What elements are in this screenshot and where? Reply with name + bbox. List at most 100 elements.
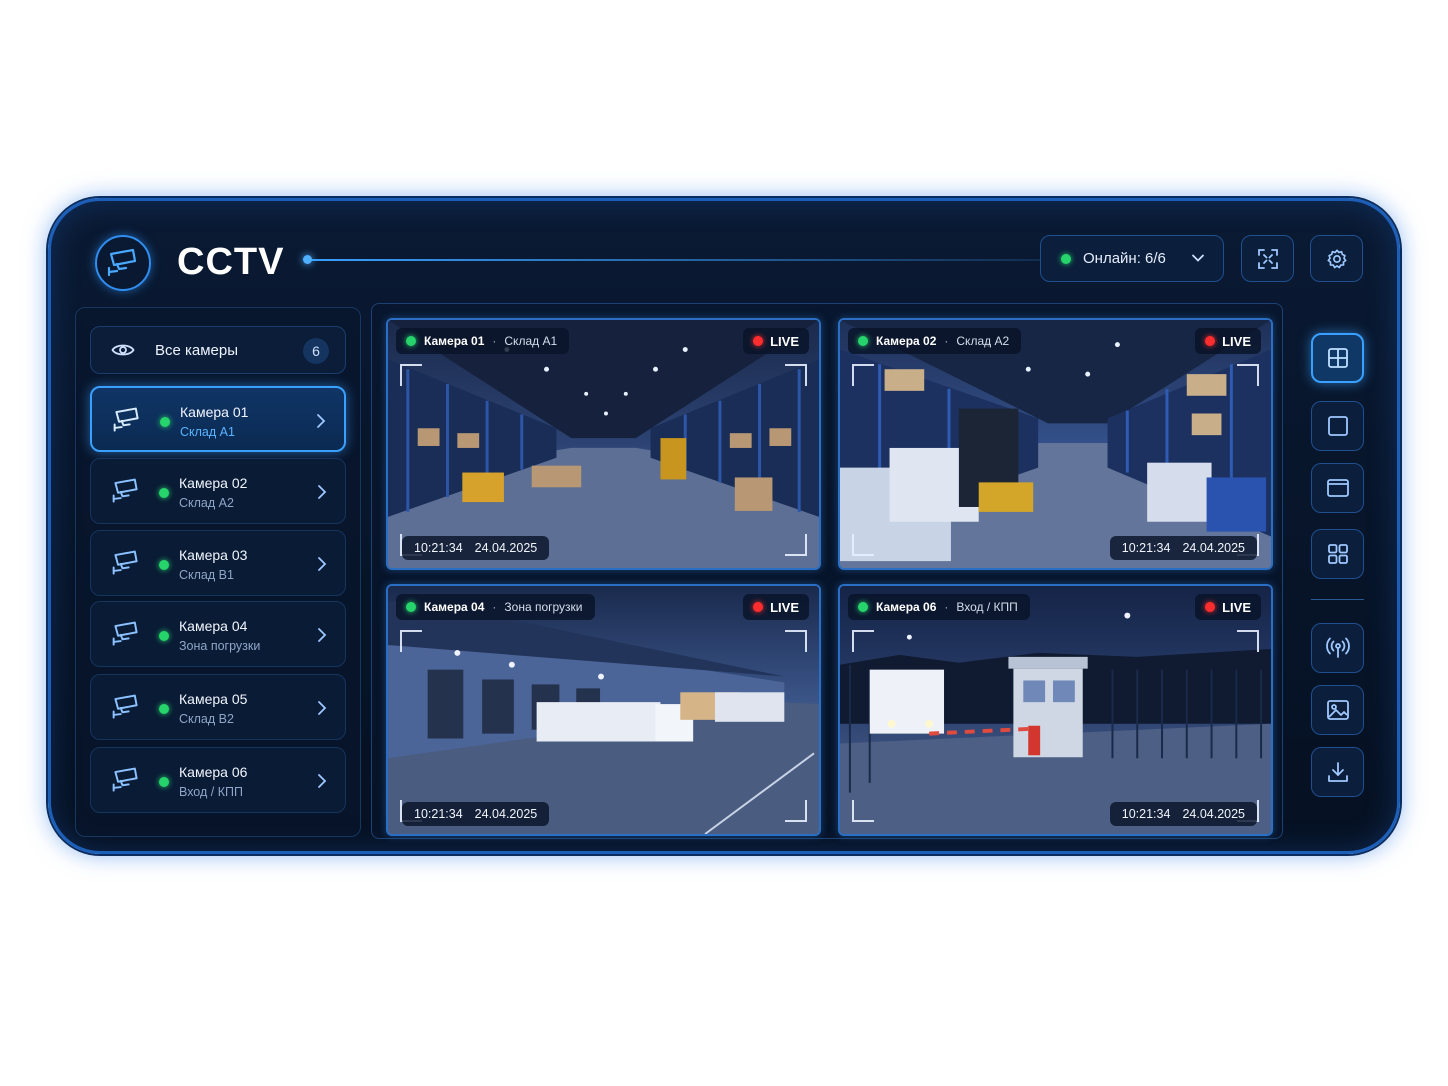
chevron-down-icon	[1192, 254, 1204, 262]
sidebar-camera-item[interactable]: Камера 01 Склад А1	[90, 386, 346, 452]
camera-online-dot	[159, 777, 169, 787]
fullscreen-button[interactable]	[1241, 235, 1294, 282]
layout-quad-button[interactable]	[1311, 529, 1364, 579]
snapshot-button[interactable]	[1311, 685, 1364, 735]
tile-camera-zone: Склад А2	[956, 334, 1010, 348]
cctv-camera-icon	[112, 621, 138, 646]
all-cameras-button[interactable]: Все камеры 6	[90, 326, 346, 374]
header-divider-dot	[303, 255, 312, 264]
chevron-right-icon	[318, 774, 327, 788]
camera-location: Вход / КПП	[179, 785, 243, 799]
live-dot	[1205, 336, 1216, 346]
cctv-camera-icon	[112, 550, 138, 575]
online-status-dot	[1061, 253, 1071, 264]
frame-corner	[785, 364, 807, 386]
live-dot	[753, 602, 764, 612]
camera-online-dot	[159, 704, 169, 714]
tile-date: 24.04.2025	[1182, 541, 1245, 555]
online-status-label: Онлайн: 6/6	[1083, 250, 1166, 267]
tile-online-dot	[406, 336, 416, 346]
camera-name: Камера 02	[179, 475, 248, 491]
layout-window-button[interactable]	[1311, 463, 1364, 513]
tile-timestamp: 10:21:34 24.04.2025	[402, 802, 550, 826]
tile-timestamp: 10:21:34 24.04.2025	[1109, 802, 1257, 826]
tile-camera-name: Камера 06	[876, 600, 937, 614]
tile-camera-zone: Склад А1	[504, 334, 558, 348]
camera-name: Камера 06	[179, 764, 248, 780]
frame-corner	[400, 364, 422, 386]
fullscreen-icon	[1257, 248, 1278, 269]
sidebar-camera-item[interactable]: Камера 03 Склад В1	[90, 530, 346, 596]
camera-feed-loading-dock	[388, 586, 819, 834]
live-label: LIVE	[1222, 599, 1251, 615]
camera-name: Камера 03	[179, 547, 248, 563]
camera-location: Склад В2	[179, 712, 234, 726]
tile-camera-name: Камера 01	[424, 334, 485, 348]
tile-camera-label: Камера 01 · Склад А1	[396, 328, 570, 354]
frame-corner	[852, 364, 874, 386]
cctv-logo-icon	[95, 235, 151, 291]
camera-feed-warehouse-aisle	[388, 320, 819, 568]
frame-corner	[785, 630, 807, 652]
online-status-dropdown[interactable]: Онлайн: 6/6	[1040, 235, 1224, 282]
live-label: LIVE	[1222, 333, 1251, 349]
tile-online-dot	[858, 602, 868, 612]
download-icon	[1327, 762, 1348, 782]
tile-camera-name: Камера 02	[876, 334, 937, 348]
frame-corner	[785, 534, 807, 556]
camera-tile[interactable]: Камера 06 · Вход / КПП LIVE 10:21:34 24.0…	[838, 584, 1273, 836]
camera-sidebar: Все камеры 6 Камера 01 Склад А1 Камера 02 С…	[75, 307, 361, 837]
tile-camera-zone: Зона погрузки	[504, 600, 583, 614]
label-separator: ·	[944, 334, 949, 348]
camera-tile[interactable]: Камера 01 · Склад А1 LIVE 10:21:34 24.04.…	[386, 318, 821, 570]
tile-online-dot	[858, 336, 868, 346]
tile-camera-label: Камера 06 · Вход / КПП	[848, 594, 1030, 620]
tile-time: 10:21:34	[1121, 807, 1171, 821]
single-view-icon	[1327, 416, 1348, 436]
window-view-icon	[1326, 479, 1349, 497]
camera-name: Камера 05	[179, 691, 248, 707]
camera-location: Склад А1	[180, 425, 235, 439]
sidebar-camera-item[interactable]: Камера 04 Зона погрузки	[90, 601, 346, 667]
app-title: CCTV	[177, 241, 285, 283]
eye-icon	[111, 344, 135, 356]
tile-date: 24.04.2025	[1182, 807, 1245, 821]
tile-camera-zone: Вход / КПП	[956, 600, 1018, 614]
cctv-camera-icon	[112, 694, 138, 719]
sidebar-camera-item[interactable]: Камера 06 Вход / КПП	[90, 747, 346, 813]
tile-date: 24.04.2025	[474, 807, 538, 821]
frame-corner	[400, 630, 422, 652]
frame-corner	[852, 630, 874, 652]
cctv-camera-icon	[112, 767, 138, 792]
header-divider-line	[305, 259, 1045, 261]
live-badge: LIVE	[743, 328, 809, 354]
live-dot	[1205, 602, 1216, 612]
broadcast-button[interactable]	[1311, 623, 1364, 673]
chevron-right-icon	[318, 485, 327, 499]
frame-corner	[852, 534, 874, 556]
tile-time: 10:21:34	[414, 807, 463, 821]
camera-online-dot	[159, 488, 169, 498]
label-separator: ·	[492, 334, 497, 348]
tile-time: 10:21:34	[1121, 541, 1171, 555]
tile-date: 24.04.2025	[474, 541, 538, 555]
broadcast-icon	[1325, 637, 1350, 658]
settings-button[interactable]	[1310, 235, 1363, 282]
label-separator: ·	[944, 600, 949, 614]
camera-tile[interactable]: Камера 04 · Зона погрузки LIVE 10:21:34 2…	[386, 584, 821, 836]
camera-feed-warehouse-pallets	[840, 320, 1271, 568]
tile-camera-name: Камера 04	[424, 600, 485, 614]
camera-tile[interactable]: Камера 02 · Склад А2 LIVE 10:21:34 24.04.…	[838, 318, 1273, 570]
cctv-camera-icon	[113, 407, 139, 432]
sidebar-camera-item[interactable]: Камера 02 Склад А2	[90, 458, 346, 524]
download-button[interactable]	[1311, 747, 1364, 797]
camera-name: Камера 01	[180, 404, 249, 420]
camera-online-dot	[159, 631, 169, 641]
live-badge: LIVE	[743, 594, 809, 620]
layout-single-button[interactable]	[1311, 401, 1364, 451]
gear-icon	[1326, 248, 1347, 268]
sidebar-camera-item[interactable]: Камера 05 Склад В2	[90, 674, 346, 740]
chevron-right-icon	[317, 414, 326, 428]
camera-location: Склад А2	[179, 496, 234, 510]
layout-2x2-button[interactable]	[1311, 333, 1364, 383]
